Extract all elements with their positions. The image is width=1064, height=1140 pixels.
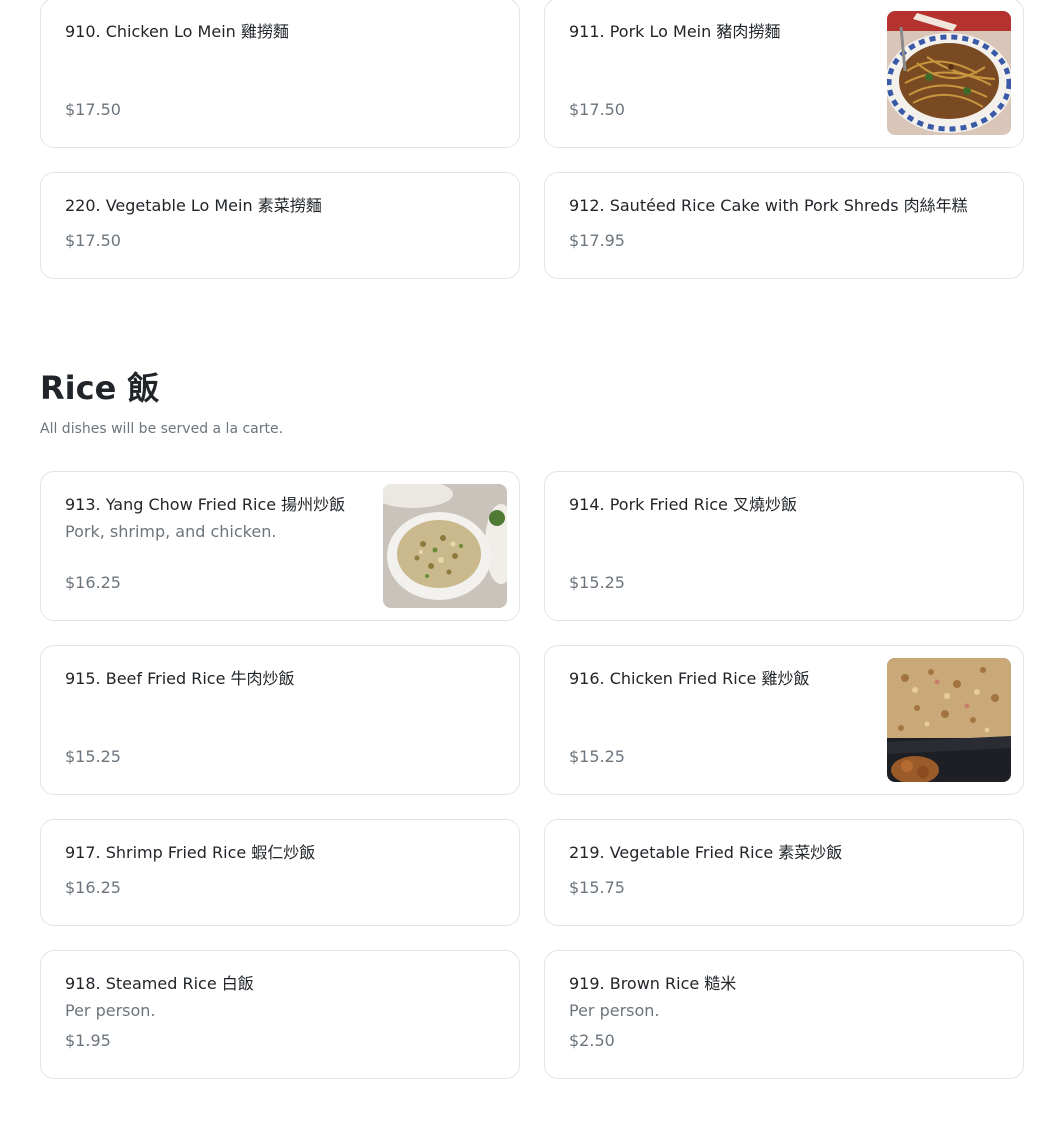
menu-item-price: $1.95 <box>65 1031 111 1050</box>
menu-item-price: $17.50 <box>569 100 625 119</box>
menu-item-price: $15.25 <box>65 747 121 766</box>
menu-item-card[interactable]: 910. Chicken Lo Mein 雞撈麵 $17.50 <box>40 0 520 148</box>
pork-lo-mein-photo[interactable] <box>887 11 1011 135</box>
fried-rice-plate-image <box>383 484 507 608</box>
rice-grid: 913. Yang Chow Fried Rice 揚州炒飯 Pork, shr… <box>40 471 1024 1079</box>
menu-item-card[interactable]: 914. Pork Fried Rice 叉燒炒飯 $15.25 <box>544 471 1024 621</box>
fried-rice-container-image <box>887 658 1011 782</box>
menu-item-price: $16.25 <box>65 878 121 897</box>
menu-item-description: Per person. <box>65 1001 156 1020</box>
chicken-fried-rice-photo[interactable] <box>887 658 1011 782</box>
menu-item-name: 919. Brown Rice 糙米 <box>569 974 737 993</box>
menu-item-description: Per person. <box>569 1001 660 1020</box>
menu-item-name: 219. Vegetable Fried Rice 素菜炒飯 <box>569 843 843 862</box>
menu-item-name: 914. Pork Fried Rice 叉燒炒飯 <box>569 495 797 514</box>
menu-item-price: $15.25 <box>569 747 625 766</box>
menu-item-price: $15.25 <box>569 573 625 592</box>
menu-item-card[interactable]: 919. Brown Rice 糙米 Per person. $2.50 <box>544 950 1024 1079</box>
menu-item-name: 916. Chicken Fried Rice 雞炒飯 <box>569 669 810 688</box>
menu-item-price: $17.50 <box>65 100 121 119</box>
menu-item-card[interactable]: 219. Vegetable Fried Rice 素菜炒飯 $15.75 <box>544 819 1024 926</box>
menu-page: 910. Chicken Lo Mein 雞撈麵 $17.50 911. Por… <box>0 0 1064 1140</box>
menu-item-card[interactable]: 916. Chicken Fried Rice 雞炒飯 $15.25 <box>544 645 1024 795</box>
menu-item-name: 913. Yang Chow Fried Rice 揚州炒飯 <box>65 495 346 514</box>
menu-item-card[interactable]: 220. Vegetable Lo Mein 素菜撈麵 $17.50 <box>40 172 520 279</box>
menu-item-name: 220. Vegetable Lo Mein 素菜撈麵 <box>65 196 322 215</box>
menu-item-card[interactable]: 917. Shrimp Fried Rice 蝦仁炒飯 $16.25 <box>40 819 520 926</box>
menu-item-card[interactable]: 911. Pork Lo Mein 豬肉撈麵 $17.50 <box>544 0 1024 148</box>
menu-item-price: $15.75 <box>569 878 625 897</box>
menu-item-card[interactable]: 918. Steamed Rice 白飯 Per person. $1.95 <box>40 950 520 1079</box>
menu-item-description: Pork, shrimp, and chicken. <box>65 522 277 541</box>
menu-item-name: 917. Shrimp Fried Rice 蝦仁炒飯 <box>65 843 316 862</box>
menu-item-card[interactable]: 915. Beef Fried Rice 牛肉炒飯 $15.25 <box>40 645 520 795</box>
menu-item-name: 911. Pork Lo Mein 豬肉撈麵 <box>569 22 781 41</box>
menu-item-price: $16.25 <box>65 573 121 592</box>
menu-item-name: 910. Chicken Lo Mein 雞撈麵 <box>65 22 289 41</box>
noodles-plate-image <box>887 11 1011 135</box>
menu-item-card[interactable]: 913. Yang Chow Fried Rice 揚州炒飯 Pork, shr… <box>40 471 520 621</box>
yang-chow-fried-rice-photo[interactable] <box>383 484 507 608</box>
section-description: All dishes will be served a la carte. <box>40 421 284 437</box>
menu-item-price: $17.95 <box>569 231 625 250</box>
menu-item-name: 918. Steamed Rice 白飯 <box>65 974 254 993</box>
menu-item-card[interactable]: 912. Sautéed Rice Cake with Pork Shreds … <box>544 172 1024 279</box>
menu-item-name: 915. Beef Fried Rice 牛肉炒飯 <box>65 669 295 688</box>
section-title-rice: Rice 飯 <box>40 369 160 407</box>
noodles-grid: 910. Chicken Lo Mein 雞撈麵 $17.50 911. Por… <box>40 0 1024 279</box>
menu-item-name: 912. Sautéed Rice Cake with Pork Shreds … <box>569 196 968 215</box>
menu-item-price: $2.50 <box>569 1031 615 1050</box>
menu-item-price: $17.50 <box>65 231 121 250</box>
